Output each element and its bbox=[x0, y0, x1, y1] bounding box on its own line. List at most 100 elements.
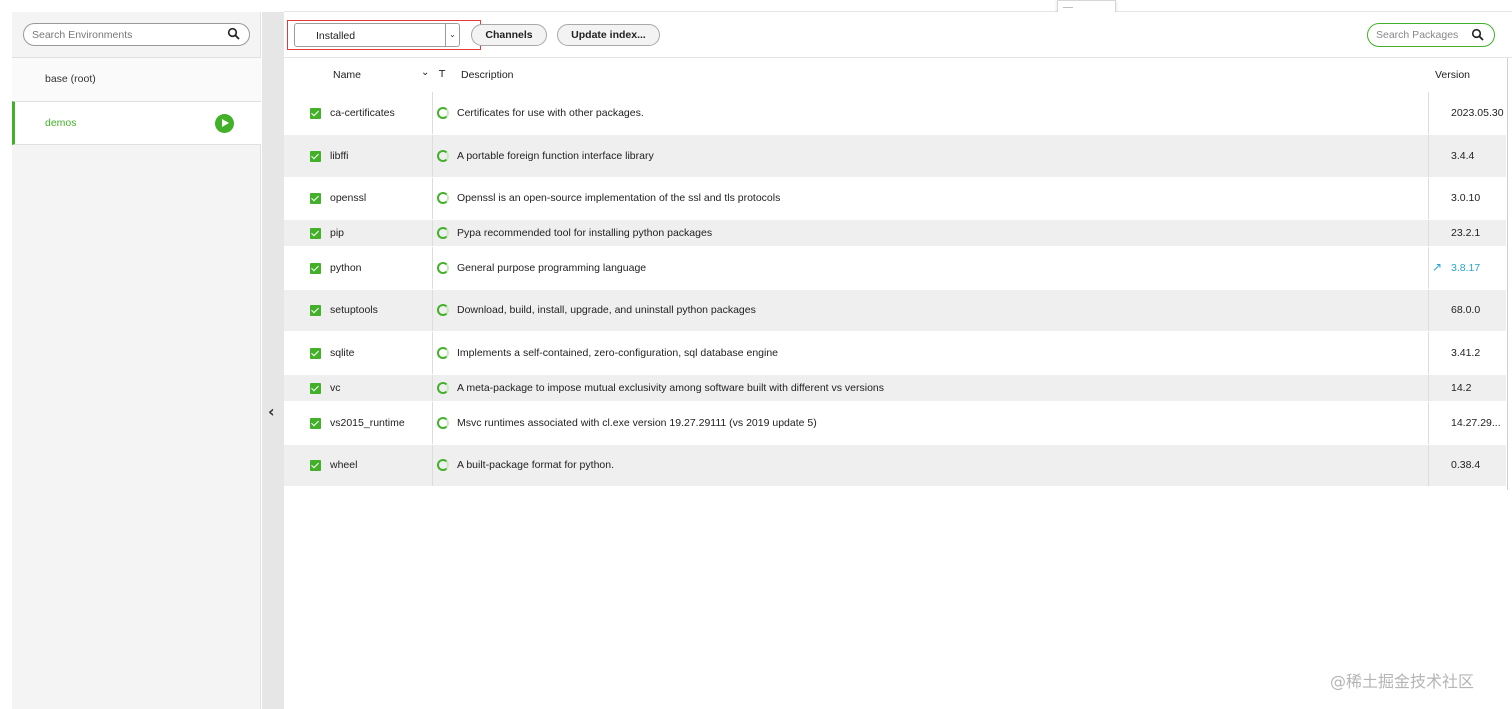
package-name: pip bbox=[330, 227, 345, 239]
update-index-button[interactable]: Update index... bbox=[557, 24, 660, 46]
table-row[interactable]: python General purpose programming langua… bbox=[284, 247, 1506, 290]
package-version: 3.4.4 bbox=[1451, 150, 1475, 162]
search-icon[interactable] bbox=[1471, 28, 1485, 42]
table-row[interactable]: wheel A built-package format for python. 0… bbox=[284, 445, 1506, 487]
search-icon[interactable] bbox=[227, 27, 241, 41]
play-icon[interactable] bbox=[215, 114, 234, 133]
package-description: Implements a self-contained, zero-config… bbox=[457, 347, 779, 359]
packages-toolbar: Installed ⌄ Channels Update index... bbox=[284, 12, 1512, 58]
column-divider bbox=[1428, 290, 1429, 331]
table-row[interactable]: setuptools Download, build, install, upgr… bbox=[284, 290, 1506, 332]
column-divider bbox=[1428, 220, 1429, 246]
package-status-icon bbox=[437, 227, 449, 239]
column-header-name[interactable]: Name bbox=[333, 69, 361, 81]
column-divider bbox=[1428, 178, 1429, 219]
watermark: @稀土掘金技术社区 bbox=[1330, 672, 1475, 691]
package-version: 14.27.29... bbox=[1451, 417, 1501, 429]
column-header-description[interactable]: Description bbox=[461, 69, 514, 81]
column-header-version[interactable]: Version bbox=[1435, 69, 1470, 81]
environment-search[interactable] bbox=[23, 23, 250, 46]
column-divider bbox=[432, 178, 433, 219]
package-status-icon bbox=[437, 107, 449, 119]
package-status-icon bbox=[437, 150, 449, 162]
column-divider bbox=[432, 402, 433, 444]
table-row[interactable]: openssl Openssl is an open-source impleme… bbox=[284, 178, 1506, 220]
installed-checkbox[interactable] bbox=[310, 263, 321, 274]
environment-item-base[interactable]: base (root) bbox=[12, 57, 261, 101]
package-version: 23.2.1 bbox=[1451, 227, 1481, 239]
column-divider bbox=[1428, 92, 1429, 134]
package-version: 14.2 bbox=[1451, 382, 1472, 394]
package-description: Openssl is an open-source implementation… bbox=[457, 192, 781, 204]
environment-name: demos bbox=[45, 117, 77, 129]
packages-table: Name ⌄ T Description Version ca-certific… bbox=[284, 58, 1506, 487]
installed-checkbox[interactable] bbox=[310, 383, 321, 394]
installed-checkbox[interactable] bbox=[310, 418, 321, 429]
scrollbar-track[interactable] bbox=[1507, 58, 1508, 490]
installed-checkbox[interactable] bbox=[310, 193, 321, 204]
package-name: python bbox=[330, 262, 362, 274]
package-version: 0.38.4 bbox=[1451, 459, 1481, 471]
column-divider bbox=[432, 375, 433, 401]
collapse-sidebar-bar[interactable]: ‹ bbox=[262, 12, 284, 709]
package-status-icon bbox=[437, 347, 449, 359]
environment-search-input[interactable] bbox=[32, 24, 222, 45]
package-status-icon bbox=[437, 382, 449, 394]
package-description: Pypa recommended tool for installing pyt… bbox=[457, 227, 713, 239]
package-description: A meta-package to impose mutual exclusiv… bbox=[457, 382, 885, 394]
package-version: 2023.05.30 bbox=[1451, 107, 1504, 119]
column-header-type[interactable]: T bbox=[439, 69, 445, 80]
filter-selected-value: Installed bbox=[316, 30, 356, 42]
table-row[interactable]: libffi A portable foreign function interf… bbox=[284, 135, 1506, 178]
package-version: 3.41.2 bbox=[1451, 347, 1481, 359]
installed-checkbox[interactable] bbox=[310, 151, 321, 162]
environment-item-demos[interactable]: demos bbox=[12, 101, 261, 145]
column-divider bbox=[432, 332, 433, 374]
installed-checkbox[interactable] bbox=[310, 460, 321, 471]
package-search[interactable] bbox=[1367, 23, 1495, 47]
package-name: vc bbox=[330, 382, 341, 394]
installed-checkbox[interactable] bbox=[310, 108, 321, 119]
chevron-left-icon[interactable]: ‹ bbox=[268, 402, 275, 421]
table-body: ca-certificates Certificates for use with… bbox=[284, 92, 1506, 487]
package-description: Certificates for use with other packages… bbox=[457, 107, 644, 119]
column-divider bbox=[432, 135, 433, 177]
table-header: Name ⌄ T Description Version bbox=[284, 58, 1506, 92]
chevron-down-icon[interactable]: ⌄ bbox=[445, 24, 459, 46]
package-description: A built-package format for python. bbox=[457, 459, 615, 471]
package-name: openssl bbox=[330, 192, 367, 204]
column-divider bbox=[432, 92, 433, 134]
column-divider bbox=[432, 220, 433, 246]
update-available-icon[interactable]: ↗ bbox=[1432, 260, 1442, 274]
sort-chevron-icon[interactable]: ⌄ bbox=[421, 67, 429, 78]
package-version[interactable]: 3.8.17 bbox=[1451, 262, 1480, 274]
package-description: Msvc runtimes associated with cl.exe ver… bbox=[457, 417, 817, 429]
package-name: setuptools bbox=[330, 304, 378, 316]
installed-checkbox[interactable] bbox=[310, 228, 321, 239]
table-row[interactable]: vc A meta-package to impose mutual exclus… bbox=[284, 375, 1506, 402]
package-status-icon bbox=[437, 304, 449, 316]
column-divider bbox=[432, 247, 433, 289]
package-version: 3.0.10 bbox=[1451, 192, 1481, 204]
package-name: ca-certificates bbox=[330, 107, 395, 119]
popup-line bbox=[1063, 7, 1073, 8]
column-divider bbox=[1428, 375, 1429, 401]
package-status-icon bbox=[437, 417, 449, 429]
channels-button[interactable]: Channels bbox=[471, 24, 547, 46]
column-divider bbox=[1428, 332, 1429, 374]
column-divider bbox=[1428, 402, 1429, 444]
environment-name: base (root) bbox=[45, 73, 96, 85]
package-search-input[interactable] bbox=[1376, 24, 1471, 46]
package-name: vs2015_runtime bbox=[330, 417, 405, 429]
installed-checkbox[interactable] bbox=[310, 348, 321, 359]
table-row[interactable]: ca-certificates Certificates for use with… bbox=[284, 92, 1506, 135]
table-row[interactable]: vs2015_runtime Msvc runtimes associated w… bbox=[284, 402, 1506, 445]
table-row[interactable]: pip Pypa recommended tool for installing … bbox=[284, 220, 1506, 247]
package-status-icon bbox=[437, 192, 449, 204]
column-divider bbox=[432, 290, 433, 331]
installed-checkbox[interactable] bbox=[310, 305, 321, 316]
package-status-icon bbox=[437, 459, 449, 471]
column-divider bbox=[1428, 135, 1429, 177]
package-filter-select[interactable]: Installed ⌄ bbox=[294, 23, 460, 47]
table-row[interactable]: sqlite Implements a self-contained, zero-… bbox=[284, 332, 1506, 375]
